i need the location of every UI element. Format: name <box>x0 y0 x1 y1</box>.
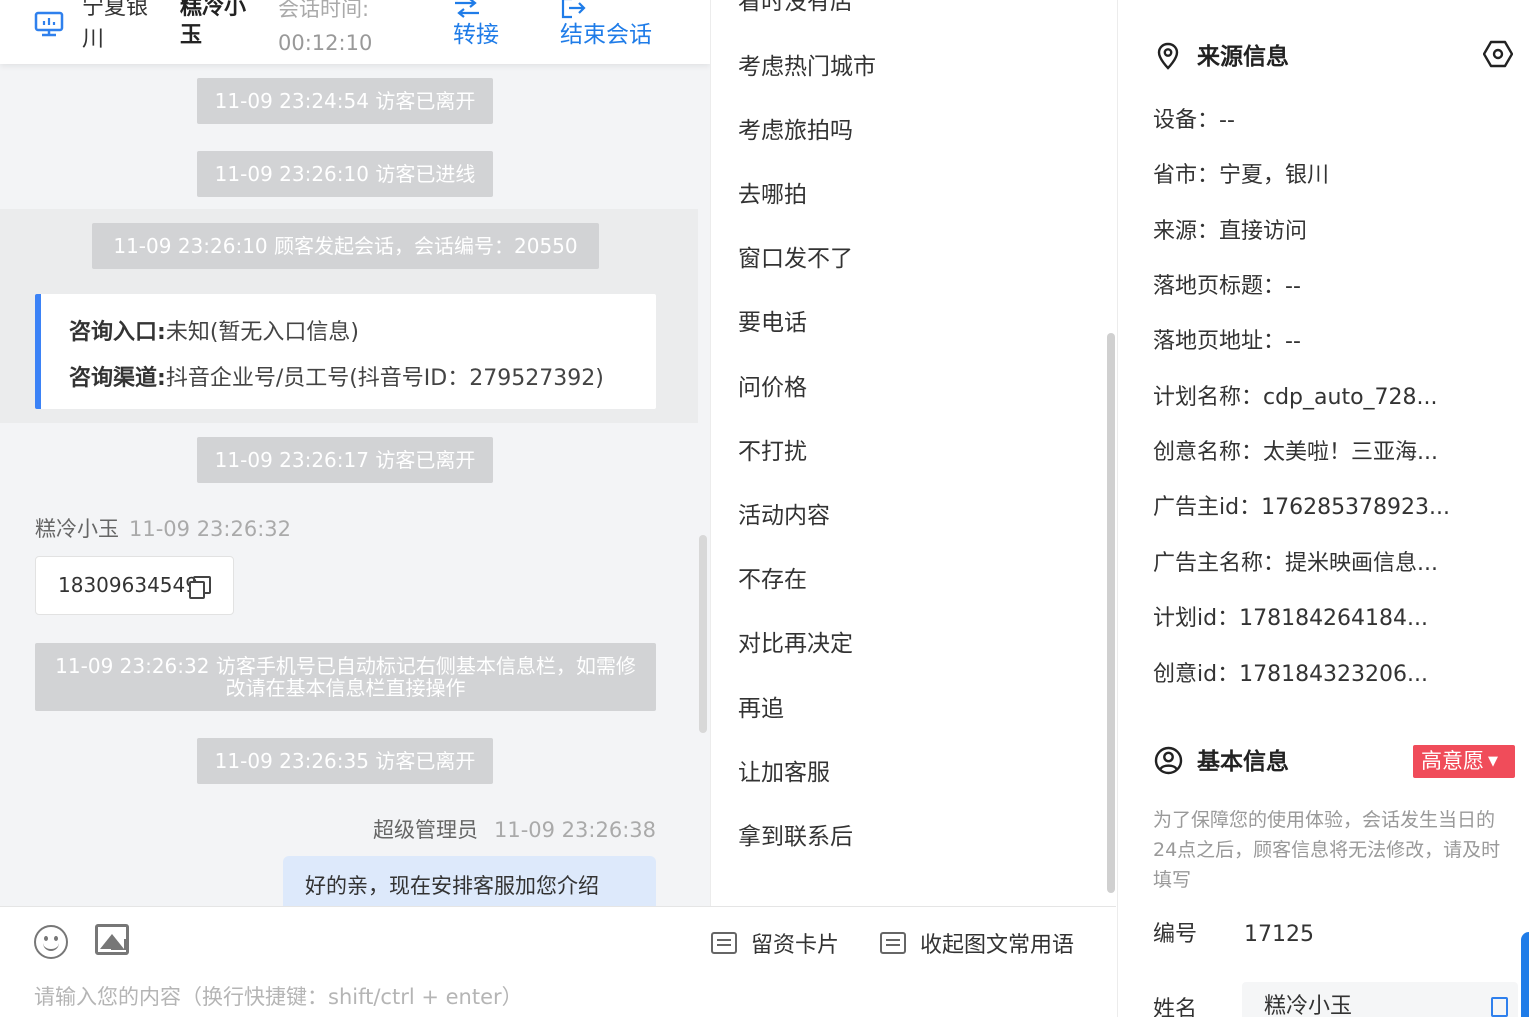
location-pin-icon <box>1157 42 1179 70</box>
source-row: 来源：直接访问 <box>1153 219 1308 244</box>
edit-deadline-notice: 为了保障您的使用体验，会话发生当日的24点之后，顾客信息将无法修改，请及时填写 <box>1153 809 1501 891</box>
transfer-icon <box>455 0 479 18</box>
visitor-msg-sender: 糕冷小玉 <box>35 517 119 541</box>
source-row: 计划id：178184264184... <box>1153 606 1429 631</box>
source-row: 省市：宁夏，银川 <box>1153 163 1330 188</box>
emoji-icon[interactable] <box>34 925 68 959</box>
source-row: 落地页地址：-- <box>1153 329 1301 354</box>
lead-card-label: 留资卡片 <box>751 933 840 958</box>
copy-icon[interactable] <box>189 576 211 599</box>
transfer-label: 转接 <box>453 22 499 48</box>
visitor-msg-meta: 糕冷小玉 11-09 23:26:32 <box>35 514 291 544</box>
consult-channel-label: 咨询渠道: <box>69 366 166 391</box>
settings-icon[interactable] <box>1483 39 1513 69</box>
phrase-item[interactable]: 再追 <box>738 693 784 725</box>
visitor-info-panel: 来源信息 设备：-- 省市：宁夏，银川 来源：直接访问 落地页标题：-- 落地页… <box>1117 0 1529 1017</box>
phrase-item[interactable]: 看时没有店 <box>738 0 853 18</box>
transfer-button[interactable]: 转接 <box>453 0 499 50</box>
consult-info-card: 咨询入口:未知(暂无入口信息) 咨询渠道:抖音企业号/员工号(抖音号ID：279… <box>35 294 656 409</box>
phrase-item[interactable]: 去哪拍 <box>738 179 807 211</box>
system-event: 11-09 23:26:35 访客已离开 <box>197 738 493 784</box>
phrase-item[interactable]: 让加客服 <box>738 757 830 789</box>
source-row: 设备：-- <box>1153 108 1235 133</box>
consult-entry: 咨询入口:未知(暂无入口信息) <box>69 310 656 356</box>
visitor-msg-time: 11-09 23:26:32 <box>129 517 292 541</box>
agent-msg-meta: 超级管理员 11-09 23:26:38 <box>373 815 656 845</box>
session-time-label: 会话时间: <box>278 0 370 21</box>
phrase-item[interactable]: 不打扰 <box>738 436 807 468</box>
source-row: 计划名称：cdp_auto_728... <box>1153 385 1438 410</box>
basic-info-title: 基本信息 <box>1197 749 1289 775</box>
agent-msg-time: 11-09 23:26:38 <box>493 818 656 842</box>
message-icon <box>880 932 906 954</box>
source-row: 广告主名称：提米映画信息... <box>1153 551 1438 576</box>
consult-channel: 咨询渠道:抖音企业号/员工号(抖音号ID：279527392) <box>69 356 656 402</box>
intent-level-dropdown[interactable]: 高意愿 ▼ <box>1413 745 1515 778</box>
monitor-icon <box>34 11 64 37</box>
source-row: 创意id：178184323206... <box>1153 662 1429 687</box>
visitor-location: 宁夏银川 <box>82 0 149 52</box>
session-time-value: 00:12:10 <box>278 31 373 55</box>
chat-header: 宁夏银川 糕冷小玉 会话时间: 00:12:10 转接 结束会话 <box>0 0 710 64</box>
end-session-button[interactable]: 结束会话 <box>560 0 652 50</box>
lead-card-button[interactable]: 留资卡片 <box>711 929 839 963</box>
source-info-title: 来源信息 <box>1197 44 1289 70</box>
phrases-scrollbar[interactable] <box>1107 333 1115 893</box>
intent-level-label: 高意愿 <box>1421 749 1484 773</box>
visitor-name: 糕冷小玉 <box>180 0 247 48</box>
quick-phrases-panel: 看时没有店 考虑热门城市 考虑旅拍吗 去哪拍 窗口发不了 要电话 问价格 不打扰… <box>710 0 1116 906</box>
source-row: 广告主id：176285378923... <box>1153 495 1451 520</box>
exit-icon <box>561 0 586 19</box>
system-event: 11-09 23:26:10 访客已进线 <box>197 151 493 197</box>
phrase-item[interactable]: 对比再决定 <box>738 628 853 660</box>
consult-channel-value: 抖音企业号/员工号(抖音号ID：279527392) <box>165 366 604 391</box>
collapse-phrases-label: 收起图文常用语 <box>920 933 1075 958</box>
name-label: 姓名 <box>1153 997 1198 1017</box>
collapse-phrases-button[interactable]: 收起图文常用语 <box>880 929 1074 963</box>
phrase-item[interactable]: 窗口发不了 <box>738 243 853 275</box>
image-icon[interactable] <box>95 924 129 955</box>
phrase-item[interactable]: 考虑旅拍吗 <box>738 115 853 147</box>
phrase-item[interactable]: 不存在 <box>738 564 807 596</box>
source-row: 创意名称：太美啦！三亚海... <box>1153 440 1438 465</box>
message-input[interactable] <box>34 985 934 1009</box>
copy-icon[interactable] <box>1491 997 1508 1017</box>
phrase-item[interactable]: 要电话 <box>738 307 807 339</box>
system-event: 11-09 23:26:17 访客已离开 <box>197 437 493 483</box>
caret-down-icon: ▼ <box>1488 754 1498 769</box>
user-icon <box>1154 746 1183 775</box>
chat-scrollbar[interactable] <box>699 535 707 733</box>
id-value: 17125 <box>1244 922 1314 947</box>
phrase-item[interactable]: 活动内容 <box>738 500 830 532</box>
agent-msg-sender: 超级管理员 <box>372 818 478 842</box>
source-row: 落地页标题：-- <box>1153 274 1301 299</box>
system-event: 11-09 23:24:54 访客已离开 <box>197 78 493 124</box>
side-drawer-tab[interactable] <box>1521 932 1529 1017</box>
card-icon <box>711 932 737 954</box>
visitor-phone-bubble[interactable]: 18309634549 <box>35 556 234 615</box>
consult-entry-label: 咨询入口: <box>69 320 166 345</box>
end-session-label: 结束会话 <box>560 22 652 48</box>
system-event: 11-09 23:26:10 顾客发起会话，会话编号：20550 <box>92 223 599 269</box>
agent-msg-bubble: 好的亲，现在安排客服加您介绍 <box>283 856 656 906</box>
phrase-item[interactable]: 拿到联系后 <box>738 821 853 853</box>
visitor-phone-text: 18309634549 <box>58 573 198 597</box>
auto-mark-note: 11-09 23:26:32 访客手机号已自动标记右侧基本信息栏，如需修改请在基… <box>35 643 656 711</box>
consult-entry-value: 未知(暂无入口信息) <box>165 320 359 345</box>
name-field[interactable]: 糕冷小玉 <box>1242 982 1518 1017</box>
chat-panel: 11-09 23:24:54 访客已离开 11-09 23:26:10 访客已进… <box>0 0 710 906</box>
message-input-area: 留资卡片 收起图文常用语 <box>0 906 1116 1017</box>
id-label: 编号 <box>1153 922 1198 947</box>
phrase-item[interactable]: 问价格 <box>738 372 807 404</box>
phrase-item[interactable]: 考虑热门城市 <box>738 51 876 83</box>
